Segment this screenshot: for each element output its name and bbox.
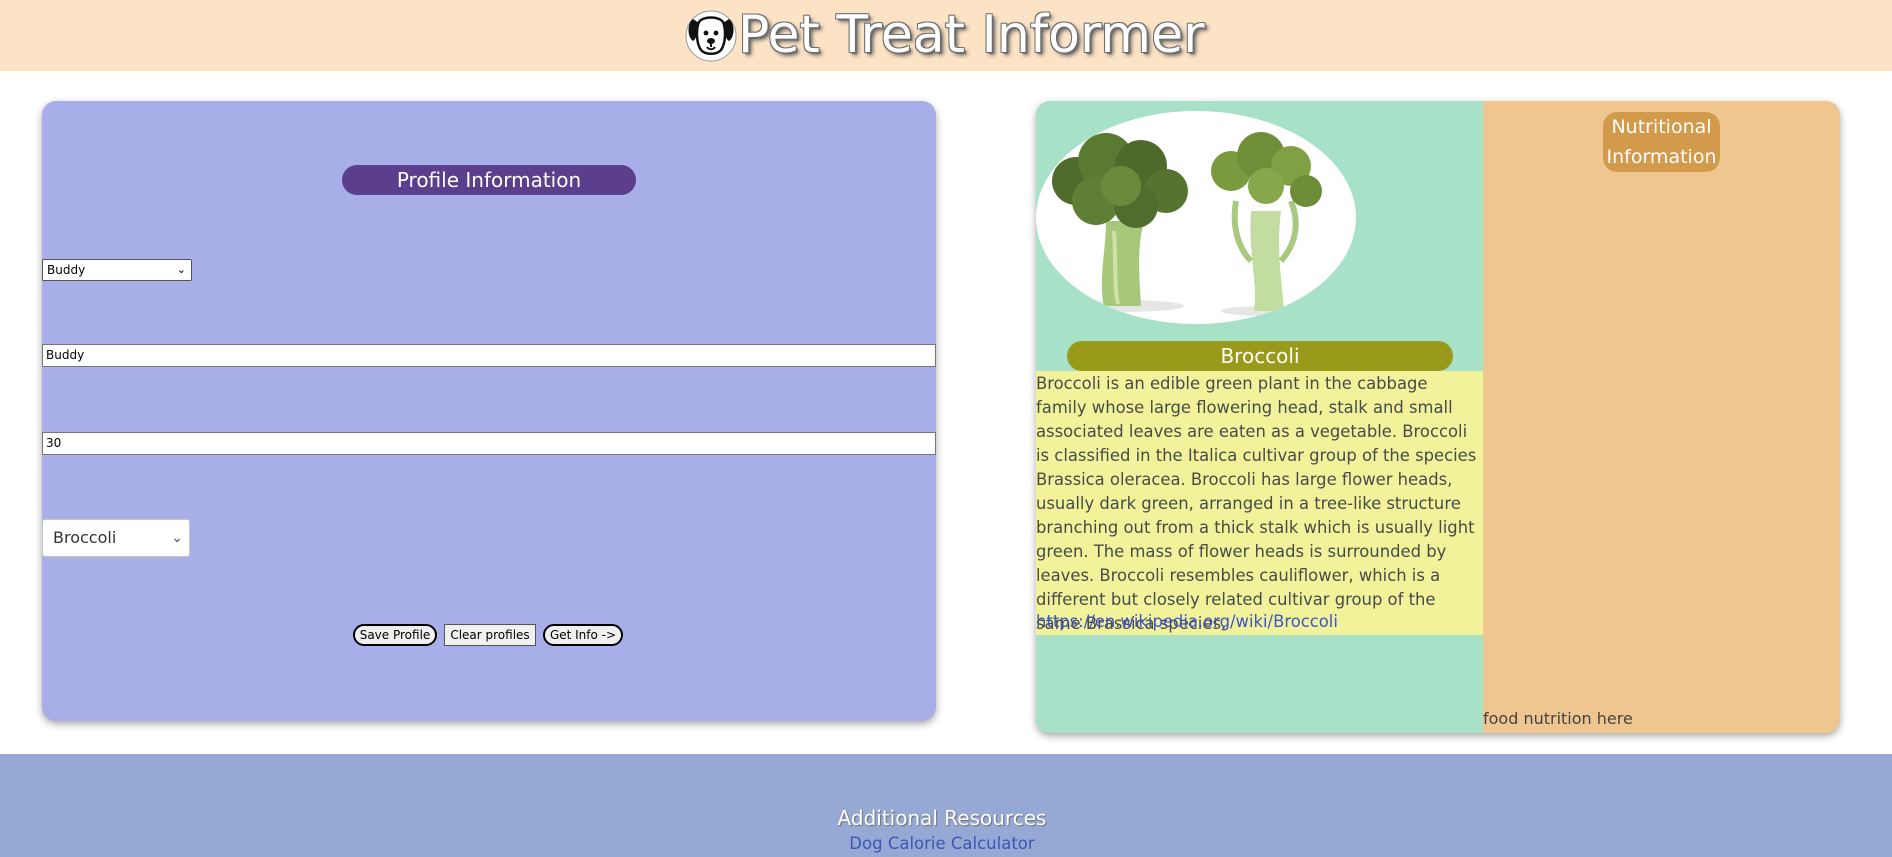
food-description-box: Broccoli is an edible green plant in the…: [1036, 371, 1483, 635]
app-title: Pet Treat Informer: [738, 5, 1205, 65]
footer-title: Additional Resources: [837, 806, 1047, 830]
profile-card: Profile Information Buddy ⌄ Buddy 30 Bro…: [42, 101, 936, 721]
pet-weight-input[interactable]: 30: [42, 432, 936, 455]
dog-face-icon: [684, 9, 738, 63]
app-header: Pet Treat Informer: [0, 0, 1892, 71]
food-select[interactable]: Broccoli ⌄: [42, 519, 190, 557]
food-info-card: Broccoli Broccoli is an edible green pla…: [1036, 101, 1840, 733]
save-profile-button[interactable]: Save Profile: [353, 624, 437, 646]
profile-heading: Profile Information: [342, 165, 636, 195]
chevron-down-icon: ⌄: [176, 263, 186, 276]
food-name-heading: Broccoli: [1067, 341, 1453, 371]
wikipedia-link[interactable]: https://en.wikipedia.org/wiki/Broccoli: [1036, 610, 1338, 634]
broccoli-image: [1036, 111, 1356, 324]
food-description: Broccoli is an edible green plant in the…: [1036, 374, 1477, 633]
dog-calorie-calculator-link[interactable]: Dog Calorie Calculator: [0, 833, 1884, 855]
chevron-down-icon: ⌄: [171, 530, 183, 546]
food-select-value: Broccoli: [53, 528, 117, 547]
pet-name-input[interactable]: Buddy: [42, 344, 936, 367]
footer: Additional Resources Dog Calorie Calcula…: [0, 754, 1892, 857]
clear-profiles-button[interactable]: Clear profiles: [444, 624, 536, 646]
nutrition-placeholder-text: food nutrition here: [1483, 709, 1633, 728]
nutrition-panel: Nutritional Information food nutrition h…: [1483, 101, 1840, 733]
nutrition-heading: Nutritional Information: [1603, 112, 1720, 172]
pet-profile-select[interactable]: Buddy ⌄: [42, 259, 192, 281]
pet-profile-select-value: Buddy: [47, 263, 86, 277]
get-info-button[interactable]: Get Info ->: [543, 624, 623, 646]
